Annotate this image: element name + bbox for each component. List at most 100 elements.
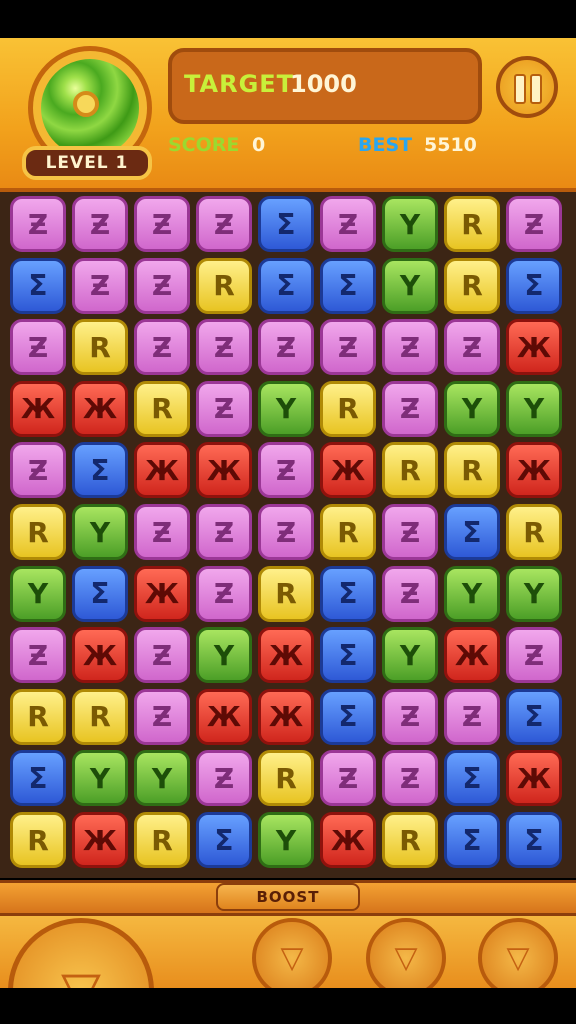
- gem-red[interactable]: Ж: [134, 565, 190, 622]
- gem-yellow[interactable]: R: [506, 504, 562, 560]
- gem-yellow[interactable]: R: [10, 504, 66, 560]
- gem-purple[interactable]: Ƶ: [444, 319, 500, 376]
- gem-red[interactable]: Ж: [196, 442, 252, 499]
- gem-green[interactable]: Y: [382, 627, 438, 684]
- gem-purple[interactable]: Ƶ: [320, 319, 376, 376]
- gem-green[interactable]: Y: [444, 380, 500, 437]
- gem-purple[interactable]: Ƶ: [258, 319, 314, 376]
- gem-purple[interactable]: Ƶ: [506, 196, 562, 252]
- gem-purple[interactable]: Ƶ: [196, 196, 252, 252]
- gem-purple[interactable]: Ƶ: [382, 504, 438, 560]
- gem-yellow[interactable]: R: [320, 504, 376, 560]
- gem-blue[interactable]: Σ: [444, 750, 500, 807]
- gem-purple[interactable]: Ƶ: [134, 257, 190, 314]
- gem-blue[interactable]: Σ: [506, 257, 562, 314]
- gem-purple[interactable]: Ƶ: [196, 750, 252, 807]
- gem-purple[interactable]: Ƶ: [72, 257, 128, 314]
- gem-blue[interactable]: Σ: [10, 750, 66, 807]
- gem-blue[interactable]: Σ: [444, 504, 500, 560]
- gem-blue[interactable]: Σ: [72, 565, 128, 622]
- gem-purple[interactable]: Ƶ: [10, 627, 66, 684]
- gem-red[interactable]: Ж: [320, 812, 376, 868]
- gem-board[interactable]: ƵƵƵƵΣƵYRƵΣƵƵRΣΣYRΣƵRƵƵƵƵƵƵЖЖЖRƵYRƵYYƵΣЖЖ…: [0, 192, 576, 878]
- pause-button[interactable]: [496, 56, 558, 118]
- gem-red[interactable]: Ж: [258, 627, 314, 684]
- gem-red[interactable]: Ж: [72, 380, 128, 437]
- gem-yellow[interactable]: R: [444, 442, 500, 499]
- gem-yellow[interactable]: R: [382, 812, 438, 868]
- gem-yellow[interactable]: R: [10, 688, 66, 745]
- gem-blue[interactable]: Σ: [444, 812, 500, 868]
- gem-purple[interactable]: Ƶ: [10, 196, 66, 252]
- gem-green[interactable]: Y: [506, 380, 562, 437]
- gem-purple[interactable]: Ƶ: [382, 380, 438, 437]
- gem-purple[interactable]: Ƶ: [320, 196, 376, 252]
- gem-purple[interactable]: Ƶ: [382, 565, 438, 622]
- gem-blue[interactable]: Σ: [320, 565, 376, 622]
- gem-yellow[interactable]: R: [72, 319, 128, 376]
- gem-purple[interactable]: Ƶ: [196, 319, 252, 376]
- gem-green[interactable]: Y: [134, 750, 190, 807]
- gem-purple[interactable]: Ƶ: [196, 504, 252, 560]
- gem-yellow[interactable]: R: [196, 257, 252, 314]
- gem-green[interactable]: Y: [258, 380, 314, 437]
- gem-red[interactable]: Ж: [72, 812, 128, 868]
- gem-purple[interactable]: Ƶ: [382, 750, 438, 807]
- gem-purple[interactable]: Ƶ: [72, 196, 128, 252]
- gem-green[interactable]: Y: [72, 750, 128, 807]
- gem-yellow[interactable]: R: [10, 812, 66, 868]
- gem-blue[interactable]: Σ: [10, 257, 66, 314]
- gem-green[interactable]: Y: [382, 257, 438, 314]
- gem-green[interactable]: Y: [506, 565, 562, 622]
- gem-red[interactable]: Ж: [320, 442, 376, 499]
- gem-red[interactable]: Ж: [444, 627, 500, 684]
- gem-yellow[interactable]: R: [320, 380, 376, 437]
- gem-red[interactable]: Ж: [506, 319, 562, 376]
- gem-green[interactable]: Y: [196, 627, 252, 684]
- gem-purple[interactable]: Ƶ: [258, 504, 314, 560]
- main-boost-button[interactable]: ▽: [8, 918, 154, 988]
- gem-purple[interactable]: Ƶ: [134, 688, 190, 745]
- gem-purple[interactable]: Ƶ: [134, 196, 190, 252]
- gem-blue[interactable]: Σ: [320, 257, 376, 314]
- gem-blue[interactable]: Σ: [196, 812, 252, 868]
- gem-purple[interactable]: Ƶ: [196, 380, 252, 437]
- gem-green[interactable]: Y: [382, 196, 438, 252]
- gem-yellow[interactable]: R: [444, 257, 500, 314]
- gem-purple[interactable]: Ƶ: [134, 627, 190, 684]
- gem-yellow[interactable]: R: [444, 196, 500, 252]
- gem-blue[interactable]: Σ: [72, 442, 128, 499]
- gem-purple[interactable]: Ƶ: [10, 442, 66, 499]
- gem-red[interactable]: Ж: [258, 688, 314, 745]
- gem-purple[interactable]: Ƶ: [134, 319, 190, 376]
- gem-purple[interactable]: Ƶ: [134, 504, 190, 560]
- gem-red[interactable]: Ж: [134, 442, 190, 499]
- gem-red[interactable]: Ж: [506, 442, 562, 499]
- gem-green[interactable]: Y: [258, 812, 314, 868]
- gem-green[interactable]: Y: [10, 565, 66, 622]
- gem-green[interactable]: Y: [444, 565, 500, 622]
- gem-red[interactable]: Ж: [72, 627, 128, 684]
- gem-purple[interactable]: Ƶ: [444, 688, 500, 745]
- gem-green[interactable]: Y: [72, 504, 128, 560]
- gem-yellow[interactable]: R: [258, 565, 314, 622]
- gem-yellow[interactable]: R: [382, 442, 438, 499]
- gem-blue[interactable]: Σ: [506, 812, 562, 868]
- gem-red[interactable]: Ж: [196, 688, 252, 745]
- gem-purple[interactable]: Ƶ: [382, 319, 438, 376]
- gem-blue[interactable]: Σ: [506, 688, 562, 745]
- boost-slot-3[interactable]: ▽: [478, 918, 558, 988]
- gem-blue[interactable]: Σ: [320, 627, 376, 684]
- gem-blue[interactable]: Σ: [258, 196, 314, 252]
- gem-purple[interactable]: Ƶ: [382, 688, 438, 745]
- gem-red[interactable]: Ж: [506, 750, 562, 807]
- gem-purple[interactable]: Ƶ: [506, 627, 562, 684]
- gem-purple[interactable]: Ƶ: [320, 750, 376, 807]
- gem-blue[interactable]: Σ: [258, 257, 314, 314]
- gem-yellow[interactable]: R: [134, 380, 190, 437]
- gem-purple[interactable]: Ƶ: [258, 442, 314, 499]
- gem-yellow[interactable]: R: [258, 750, 314, 807]
- gem-purple[interactable]: Ƶ: [10, 319, 66, 376]
- gem-red[interactable]: Ж: [10, 380, 66, 437]
- gem-blue[interactable]: Σ: [320, 688, 376, 745]
